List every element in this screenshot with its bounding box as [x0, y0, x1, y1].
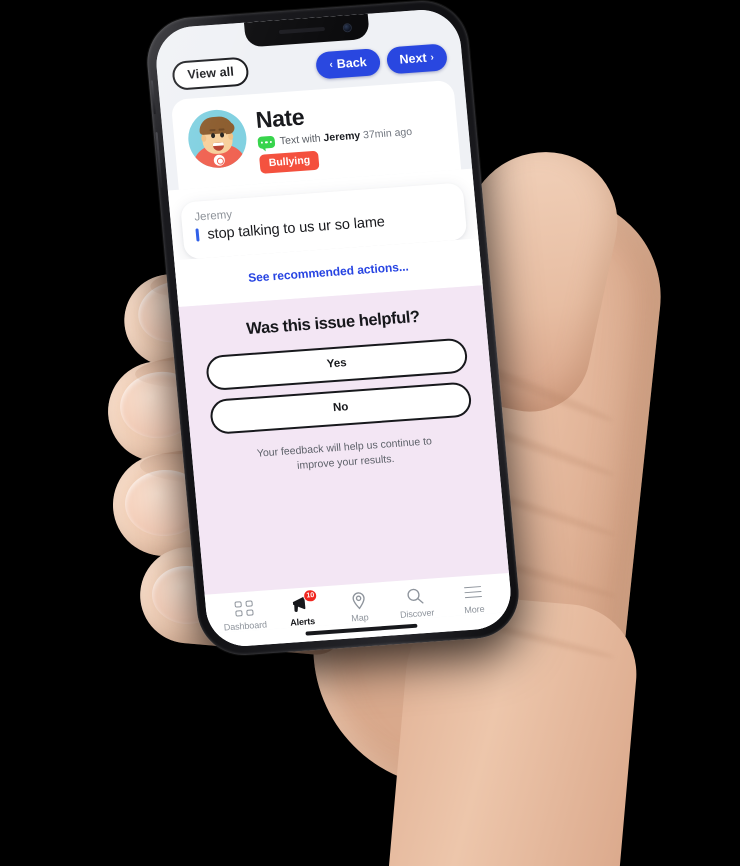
- avatar-eyebrow: [209, 128, 216, 132]
- tab-map[interactable]: Map: [329, 589, 389, 625]
- alerts-badge: 10: [302, 588, 318, 603]
- avatar-eyebrow: [218, 128, 225, 131]
- avatar[interactable]: [185, 107, 249, 170]
- tab-alerts-label: Alerts: [289, 616, 316, 628]
- home-indicator[interactable]: [304, 623, 418, 636]
- chevron-right-icon: ›: [430, 51, 435, 63]
- tab-more-label: More: [463, 603, 485, 616]
- back-button[interactable]: ‹ Back: [315, 48, 381, 80]
- grid-icon: [234, 598, 254, 618]
- quote-section: Jeremy stop talking to us ur so lame See…: [167, 168, 483, 307]
- megaphone-icon: 10: [290, 588, 318, 614]
- tab-map-label: Map: [350, 612, 369, 624]
- earpiece-speaker: [278, 26, 325, 35]
- phone-screen: View all ‹ Back Next › Nate Text with Je…: [153, 7, 514, 649]
- tab-more[interactable]: More: [443, 581, 503, 617]
- feedback-no-button[interactable]: No: [208, 380, 473, 435]
- next-button-label: Next: [398, 50, 428, 67]
- screenshot-stage: View all ‹ Back Next › Nate Text with Je…: [0, 0, 740, 866]
- map-pin-icon: [350, 590, 366, 610]
- back-button-label: Back: [336, 54, 368, 72]
- chat-bubble-icon: [257, 135, 276, 150]
- feedback-note: Your feedback will help us continue to i…: [256, 434, 433, 472]
- feedback-yes-button[interactable]: Yes: [204, 337, 469, 391]
- search-icon: [406, 586, 425, 606]
- profile-info: Nate Text with Jeremy 37min ago Bullying: [255, 96, 415, 174]
- quote-accent-bar: [195, 228, 200, 242]
- status-badge: Bullying: [259, 150, 321, 174]
- nav-button-group: ‹ Back Next ›: [315, 43, 449, 80]
- app-container: View all ‹ Back Next › Nate Text with Je…: [153, 7, 514, 649]
- tab-discover[interactable]: Discover: [386, 585, 446, 621]
- tab-dashboard[interactable]: Dashboard: [214, 597, 274, 633]
- feedback-panel: Was this issue helpful? Yes No Your feed…: [178, 284, 509, 595]
- phone-device: View all ‹ Back Next › Nate Text with Je…: [143, 0, 523, 659]
- view-all-button[interactable]: View all: [171, 56, 251, 91]
- tab-alerts[interactable]: 10 Alerts: [272, 588, 332, 629]
- avatar-hair: [198, 115, 234, 136]
- hamburger-icon: [463, 582, 483, 602]
- front-camera-icon: [343, 24, 351, 32]
- chevron-left-icon: ‹: [328, 58, 334, 71]
- profile-header: Nate Text with Jeremy 37min ago Bullying: [185, 94, 446, 179]
- next-button[interactable]: Next ›: [385, 43, 449, 75]
- feedback-title: Was this issue helpful?: [245, 307, 421, 338]
